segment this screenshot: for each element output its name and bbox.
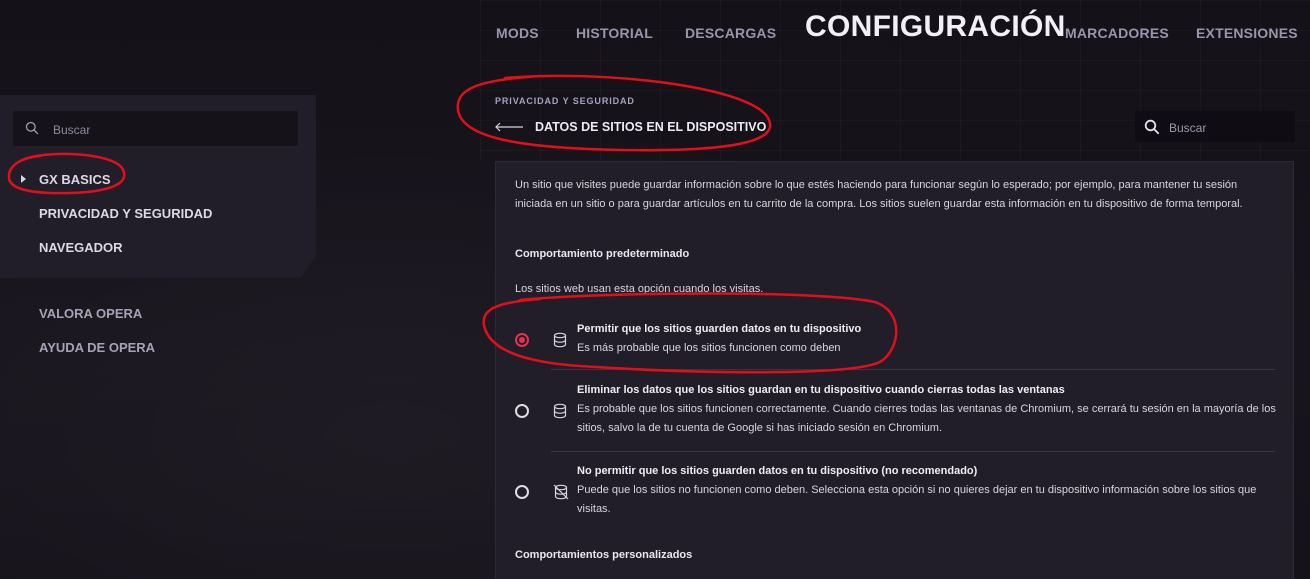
option-block-desc: Puede que los sitios no funcionen como d… [577,484,1257,515]
nav-tab-extensiones[interactable]: EXTENSIONES [1196,25,1298,41]
search-icon [1144,119,1160,140]
database-icon [553,332,567,353]
radio-clear-on-exit[interactable] [515,404,529,418]
nav-tab-descargas[interactable]: DESCARGAS [685,25,776,41]
sidebar-item-valora-opera[interactable]: VALORA OPERA [39,306,142,321]
sidebar-item-gx-basics[interactable]: GX BASICS [39,172,111,187]
nav-tab-configuracion-active[interactable]: CONFIGURACIÓN [805,10,1066,44]
option-allow-title: Permitir que los sitios guarden datos en… [577,323,862,335]
option-allow[interactable]: Permitir que los sitios guarden datos en… [510,318,1280,362]
breadcrumb[interactable]: PRIVACIDAD Y SEGURIDAD [495,96,635,106]
annotation-circle-header [456,74,772,152]
option-clear-on-exit-title: Eliminar los datos que los sitios guarda… [577,384,1065,396]
sidebar-item-ayuda-opera[interactable]: AYUDA DE OPERA [39,340,155,355]
caret-right-icon [21,175,26,183]
sidebar-search-input[interactable] [51,111,295,148]
settings-page: MODS HISTORIAL DESCARGAS CONFIGURACIÓN M… [0,0,1310,579]
page-title: DATOS DE SITIOS EN EL DISPOSITIVO [535,120,767,134]
database-icon [553,403,567,424]
search-icon [25,121,39,140]
divider [551,451,1275,452]
radio-block[interactable] [515,485,529,499]
back-arrow-icon[interactable] [494,120,524,134]
sidebar-item-privacidad[interactable]: PRIVACIDAD Y SEGURIDAD [39,206,212,221]
nav-tab-mods[interactable]: MODS [496,25,539,41]
option-block[interactable]: No permitir que los sitios guarden datos… [510,459,1280,523]
option-clear-on-exit[interactable]: Eliminar los datos que los sitios guarda… [510,378,1280,442]
default-behavior-subtitle: Los sitios web usan esta opción cuando l… [515,283,764,295]
option-allow-desc: Es más probable que los sitios funcionen… [577,342,841,354]
description-text: Un sitio que visites puede guardar infor… [515,179,1243,210]
sidebar-search [13,111,298,148]
custom-behaviors-heading: Comportamientos personalizados [515,549,693,561]
nav-tab-marcadores[interactable]: MARCADORES [1065,25,1169,41]
nav-tab-historial[interactable]: HISTORIAL [576,25,653,41]
settings-search [1135,111,1295,144]
option-clear-on-exit-desc: Es probable que los sitios funcionen cor… [577,403,1276,434]
top-navigation: MODS HISTORIAL DESCARGAS CONFIGURACIÓN M… [0,0,1310,70]
radio-allow[interactable] [515,333,529,347]
sidebar-item-navegador[interactable]: NAVEGADOR [39,240,123,255]
default-behavior-heading: Comportamiento predeterminado [515,248,690,260]
option-block-title: No permitir que los sitios guarden datos… [577,465,978,477]
divider [551,369,1275,370]
settings-search-input[interactable] [1167,111,1293,144]
database-off-icon [553,484,569,505]
